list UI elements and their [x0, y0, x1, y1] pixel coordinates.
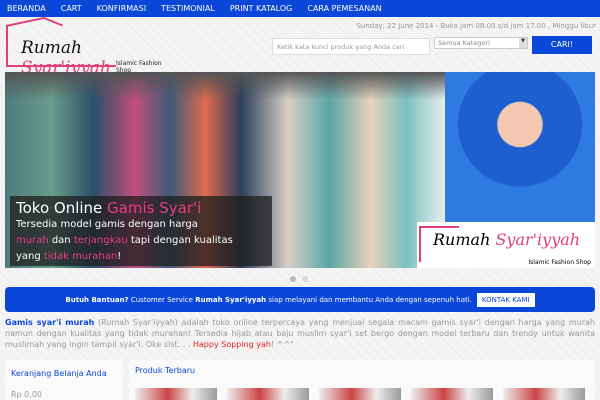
intro-text: Gamis syar'i murah (Rumah Syar'iyyah) ad…: [5, 317, 595, 350]
product-thumb[interactable]: [227, 388, 309, 400]
cart-title: Keranjang Belanja Anda: [11, 369, 107, 378]
header: Rumah Syar'iyyah Islamic Fashion Shop Su…: [0, 17, 600, 78]
top-nav: BERANDA CART KONFIRMASI TESTIMONIAL PRIN…: [0, 0, 600, 17]
model-photo: [445, 72, 595, 222]
hero-text: tidak murahan: [43, 251, 118, 262]
hero-caption: Toko Online Gamis Syar'i Tersedia model …: [10, 196, 272, 266]
logo-name: Rumah: [21, 38, 82, 58]
nav-cara-pemesanan[interactable]: CARA PEMESANAN: [307, 4, 381, 13]
hero-logo-name: Rumah: [433, 230, 491, 249]
hero-text: yang: [16, 251, 44, 262]
help-question: Butuh Bantuan?: [65, 295, 129, 304]
slide-dot-2[interactable]: [302, 276, 308, 282]
intro-link[interactable]: Gamis syar'i murah: [5, 318, 94, 327]
cart-total: Rp 0,00: [11, 390, 42, 399]
intro-body: (Rumah Syar'iyyah) adalah toko online te…: [5, 318, 595, 349]
site-logo[interactable]: Rumah Syar'iyyah Islamic Fashion Shop: [6, 25, 176, 78]
hero-text: murah: [16, 235, 49, 246]
help-text-2: siap melayani dan membantu Anda dengan s…: [268, 295, 472, 304]
intro-end: ! ^^": [271, 340, 294, 349]
product-thumb[interactable]: [503, 388, 585, 400]
slide-dot-1[interactable]: [290, 276, 296, 282]
hero-logo: Rumah Syar'iyyah Islamic Fashion Shop: [417, 222, 595, 268]
intro-highlight: Happy Sopping yah: [192, 340, 271, 349]
cart-widget: Keranjang Belanja Anda Rp 0,00: [5, 360, 123, 400]
help-text: Customer Service: [130, 295, 193, 304]
hero-title: Toko Online: [16, 199, 108, 217]
help-brand: Rumah Syar'iyyah: [195, 295, 267, 304]
hero-logo-tagline: Islamic Fashion Shop: [528, 259, 591, 266]
help-banner: Butuh Bantuan? Customer Service Rumah Sy…: [5, 287, 595, 312]
opening-hours: Sunday, 22 June 2014 - Buka jam 08.00 s/…: [356, 22, 596, 30]
hero-text: terjangkau: [73, 235, 128, 246]
nav-print-katalog[interactable]: PRINT KATALOG: [230, 4, 293, 13]
product-thumb[interactable]: [411, 388, 493, 400]
hero-line-1: Tersedia model gamis dengan harga: [16, 219, 198, 230]
hero-text: !: [117, 251, 122, 262]
category-value: Semua Kategori: [438, 39, 490, 47]
latest-products: Produk Terbaru: [129, 360, 595, 400]
nav-beranda[interactable]: BERANDA: [7, 4, 46, 13]
hero-text: tapi dengan kualitas: [127, 235, 233, 246]
nav-testimonial[interactable]: TESTIMONIAL: [161, 4, 215, 13]
nav-cart[interactable]: CART: [61, 4, 82, 13]
product-thumb[interactable]: [319, 388, 401, 400]
products-title: Produk Terbaru: [135, 366, 196, 375]
category-select[interactable]: Semua Kategori ▼: [434, 37, 528, 49]
product-thumb[interactable]: [135, 388, 217, 400]
search-input[interactable]: Ketik kata kunci produk yang Anda cari: [272, 38, 430, 55]
contact-button[interactable]: KONTAK KAMI: [476, 292, 535, 307]
dropdown-arrow-icon: ▼: [519, 38, 527, 48]
slider-dots: [290, 276, 308, 282]
hero-slider[interactable]: Toko Online Gamis Syar'i Tersedia model …: [5, 72, 595, 268]
hero-title-accent: Gamis Syar'i: [107, 199, 202, 217]
hero-logo-accent: Syar'iyyah: [495, 230, 581, 249]
hero-text: dan: [48, 235, 74, 246]
search-button[interactable]: CARI!: [532, 36, 592, 54]
nav-konfirmasi[interactable]: KONFIRMASI: [97, 4, 146, 13]
